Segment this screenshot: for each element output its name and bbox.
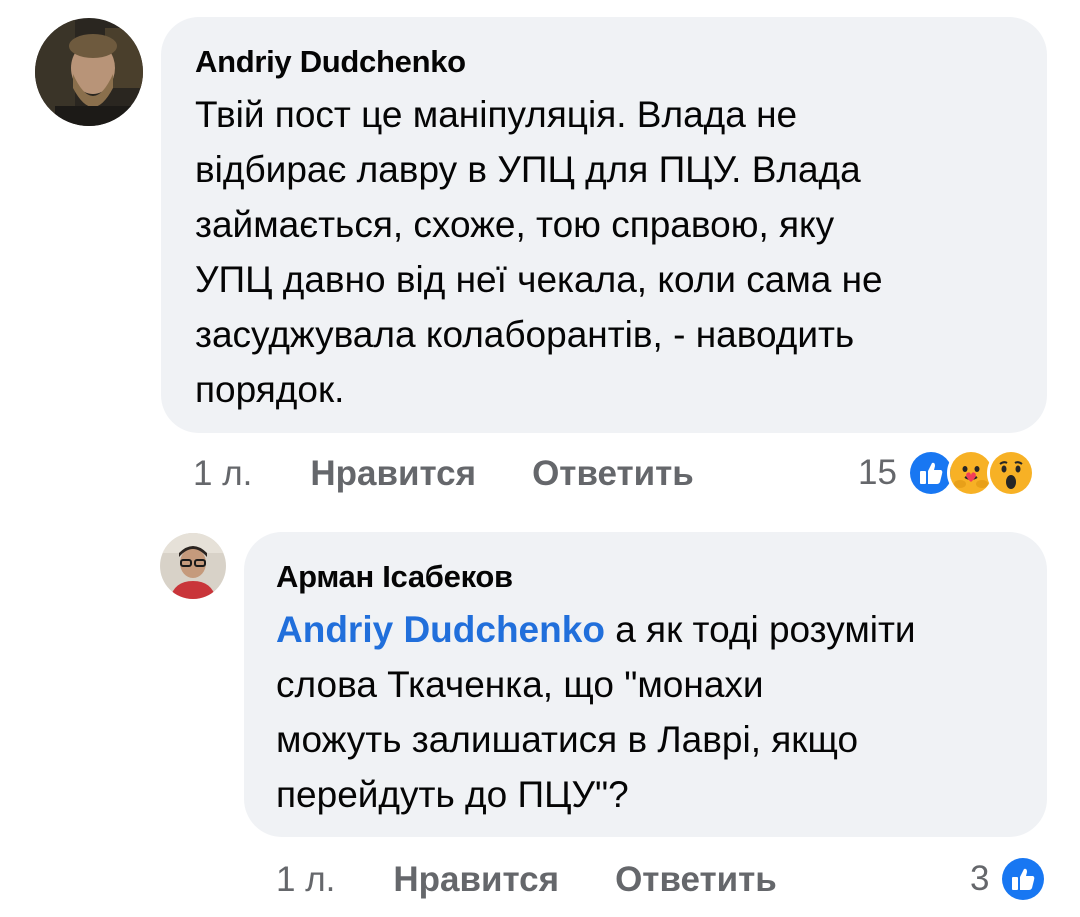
- avatar-photo: [160, 533, 226, 599]
- comment-thread: Andriy Dudchenko Твій пост це маніпуляці…: [0, 0, 1080, 917]
- comment-line: відбирає лавру в УПЦ для ПЦУ. Влада: [195, 149, 861, 190]
- reply-button[interactable]: Ответить: [615, 860, 777, 900]
- reply-bubble: Арман Ісабеков Andriy Dudchenko а як тод…: [244, 532, 1047, 837]
- like-button[interactable]: Нравится: [393, 860, 559, 900]
- comment-line: перейдуть до ПЦУ"?: [276, 774, 629, 815]
- avatar[interactable]: [160, 533, 226, 599]
- comment-line: засуджувала колаборантів, - наводить: [195, 314, 855, 355]
- comment-line: займається, схоже, тою справою, яку: [195, 204, 835, 245]
- comment-time[interactable]: 1 л.: [193, 454, 252, 494]
- comment-line-rest: а як тоді розуміти: [604, 609, 916, 650]
- comment-bubble: Andriy Dudchenko Твій пост це маніпуляці…: [161, 17, 1047, 433]
- reaction-count: 3: [970, 859, 990, 898]
- avatar-photo: [35, 18, 143, 126]
- comment-line: слова Ткаченка, що "монахи: [276, 664, 764, 705]
- comment-line: можуть залишатися в Лаврі, якщо: [276, 719, 859, 760]
- mention-link[interactable]: Andriy Dudchenko: [276, 609, 605, 650]
- avatar[interactable]: [35, 18, 143, 126]
- comment-text: Твій пост це маніпуляція. Влада не відби…: [195, 87, 1013, 417]
- comment-actions: 1 л. Нравится Ответить: [193, 452, 694, 496]
- reaction-summary[interactable]: 3: [970, 854, 1048, 904]
- like-icon: [999, 855, 1048, 903]
- comment-line: Andriy Dudchenko а як тоді розуміти: [276, 602, 1015, 657]
- reply-button[interactable]: Ответить: [532, 454, 694, 494]
- comment-time[interactable]: 1 л.: [276, 860, 335, 900]
- comment-line: УПЦ давно від неї чекала, коли сама не: [195, 259, 883, 300]
- comment-text: Andriy Dudchenko а як тоді розуміти слов…: [276, 602, 1015, 822]
- like-button[interactable]: Нравится: [310, 454, 476, 494]
- comment-author[interactable]: Арман Ісабеков: [276, 556, 1015, 598]
- reaction-count: 15: [858, 453, 897, 492]
- comment-line: порядок.: [195, 369, 345, 410]
- wow-icon: [986, 449, 1035, 497]
- reaction-summary[interactable]: 15: [858, 448, 1035, 498]
- comment-author[interactable]: Andriy Dudchenko: [195, 41, 1013, 83]
- comment-line: Твій пост це маніпуляція. Влада не: [195, 94, 798, 135]
- comment-actions: 1 л. Нравится Ответить: [276, 858, 777, 902]
